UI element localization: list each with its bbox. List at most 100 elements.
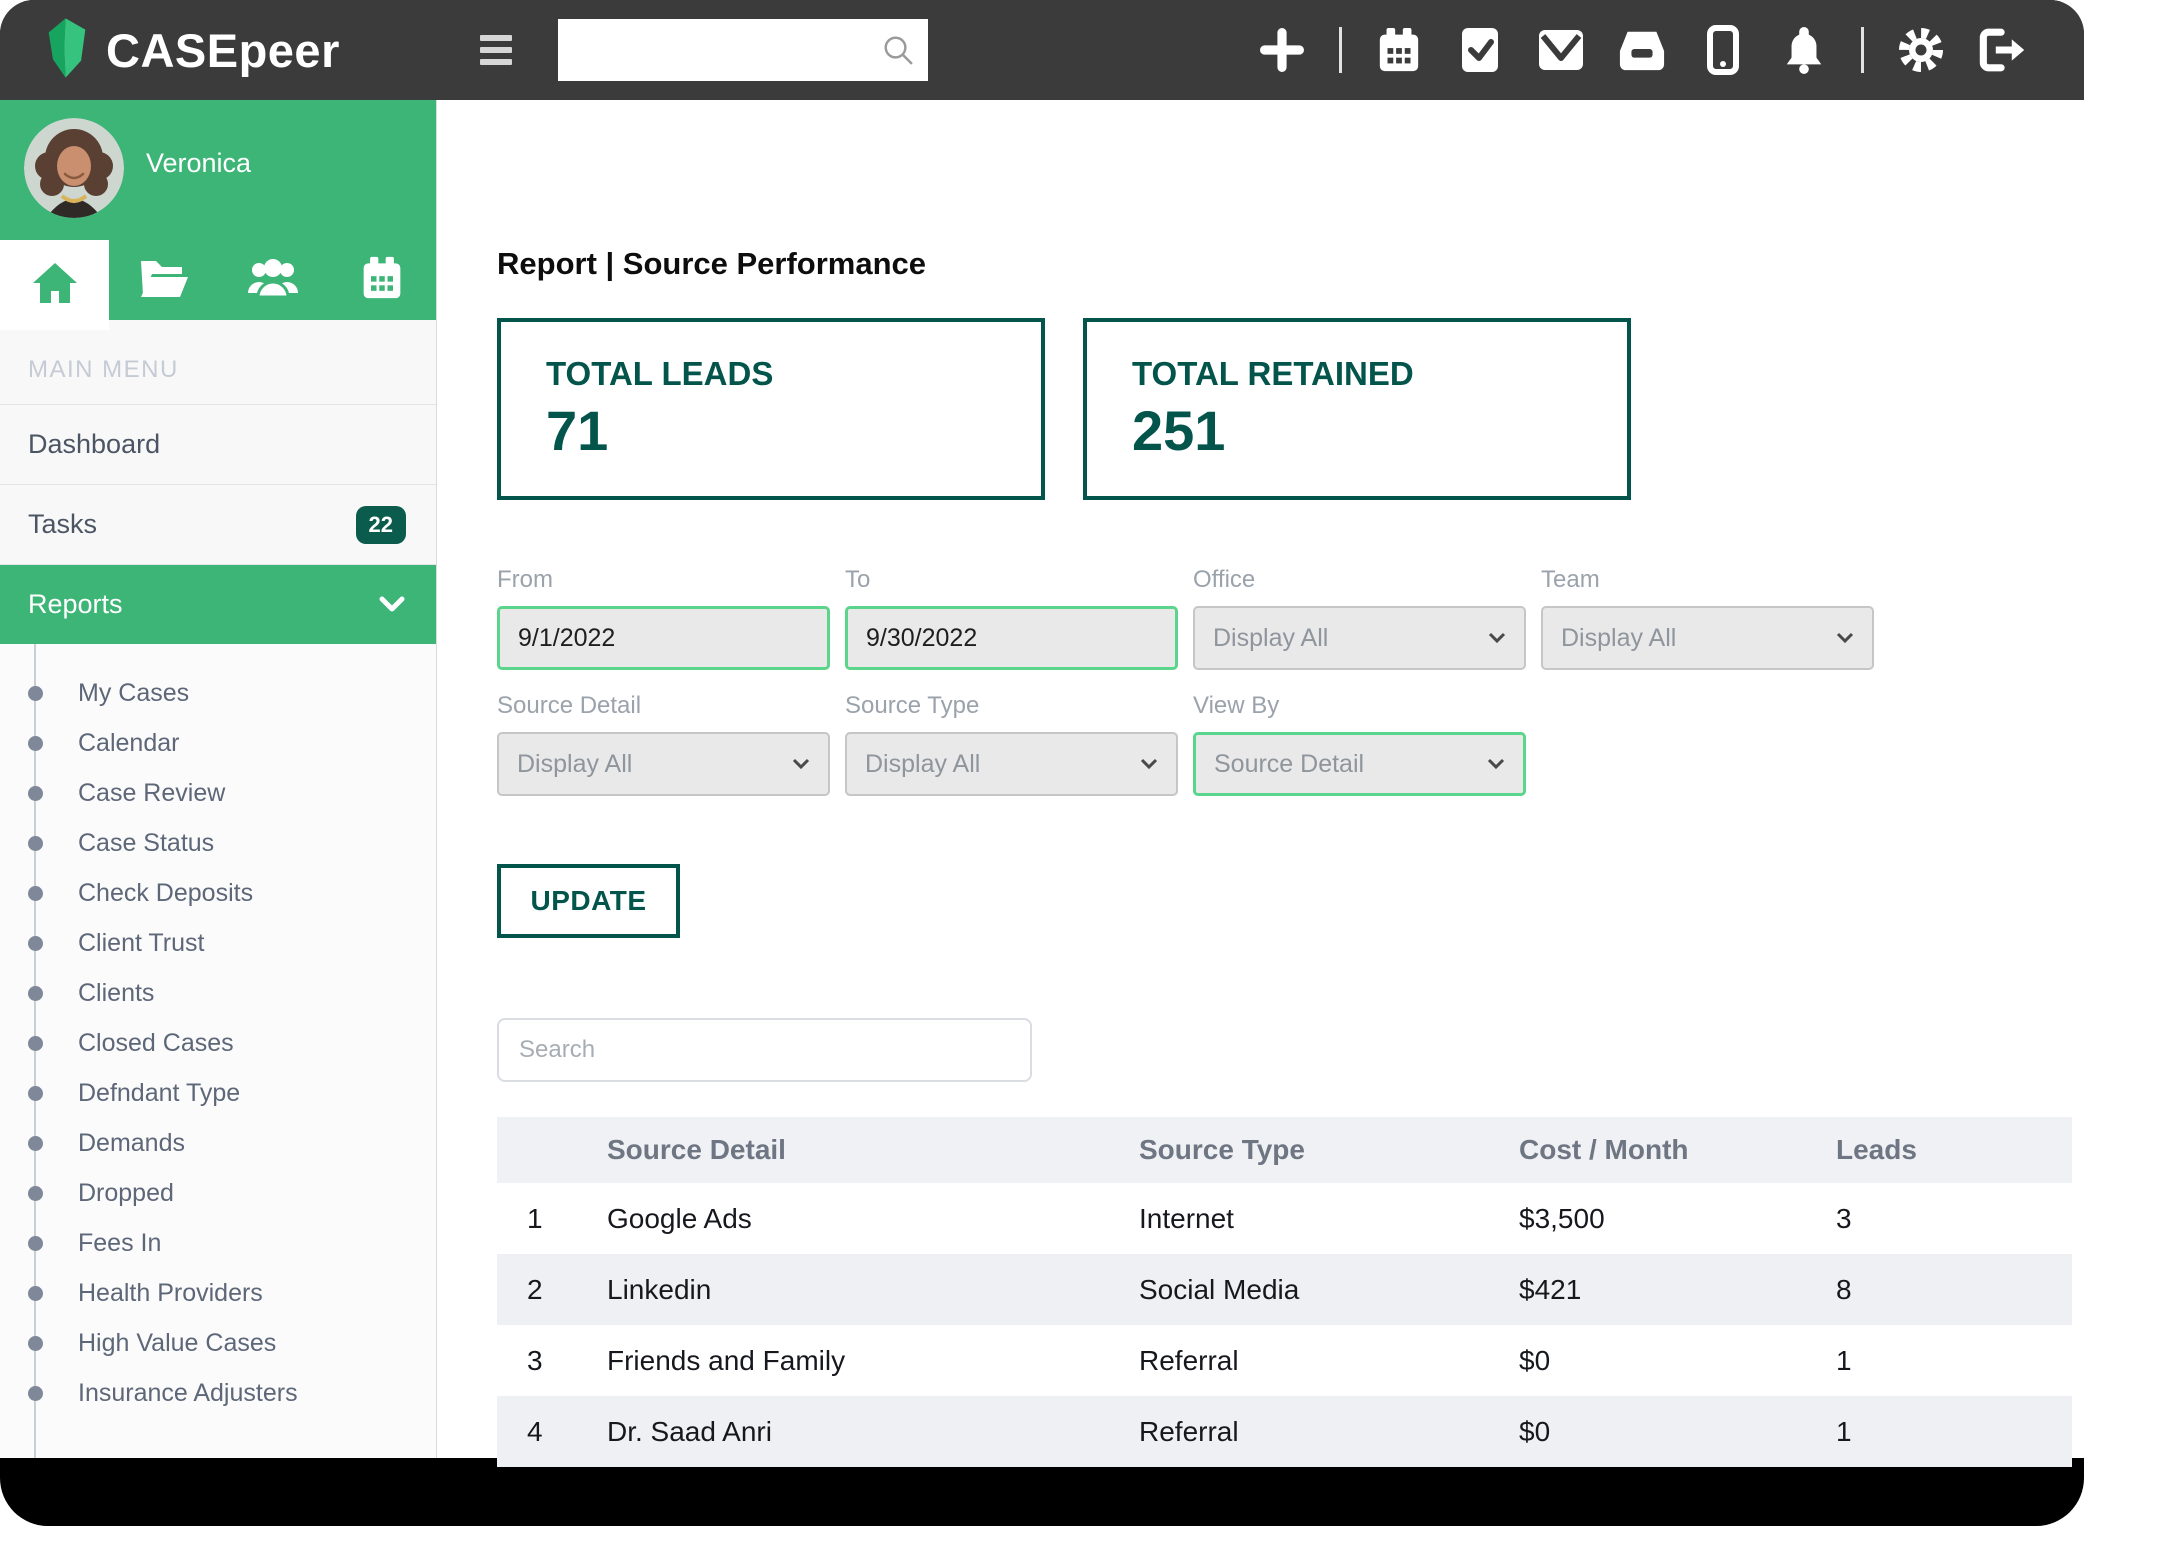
total-retained-label: TOTAL RETAINED	[1132, 355, 1627, 393]
cell-leads: 3	[1836, 1183, 2072, 1254]
submenu-item-case-review[interactable]: Case Review	[0, 768, 436, 818]
chevron-down-icon	[1488, 632, 1506, 644]
settings-gear-icon[interactable]	[1897, 26, 1945, 74]
submenu-item-client-trust[interactable]: Client Trust	[0, 918, 436, 968]
topbar-actions	[1258, 26, 2026, 74]
submenu-item-insurance-adjusters[interactable]: Insurance Adjusters	[0, 1368, 436, 1418]
page-title: Report | Source Performance	[497, 246, 2084, 282]
stat-cards: TOTAL LEADS 71 TOTAL RETAINED 251	[497, 318, 2084, 500]
mobile-phone-icon[interactable]	[1699, 26, 1747, 74]
submenu-label: Clients	[78, 979, 154, 1008]
tasks-check-icon[interactable]	[1456, 26, 1504, 74]
table-search-input[interactable]	[497, 1018, 1032, 1082]
casepeer-logo: CASEpeer	[44, 17, 340, 84]
bullet-icon	[28, 786, 43, 801]
submenu-label: Fees In	[78, 1229, 161, 1258]
total-retained-card: TOTAL RETAINED 251	[1083, 318, 1631, 500]
cell-source-detail: Google Ads	[607, 1183, 1139, 1254]
menu-hamburger-icon[interactable]	[480, 35, 512, 65]
bullet-icon	[28, 936, 43, 951]
sidebar-item-reports[interactable]: Reports	[0, 564, 436, 644]
bullet-icon	[28, 1386, 43, 1401]
inbox-icon[interactable]	[1618, 26, 1666, 74]
source-type-label: Source Type	[845, 692, 1178, 720]
cell-source-detail: Friends and Family	[607, 1325, 1139, 1396]
col-row-number	[497, 1117, 607, 1183]
source-detail-select[interactable]: Display All	[497, 732, 830, 796]
cell-leads: 1	[1836, 1396, 2072, 1467]
submenu-item-defndant-type[interactable]: Defndant Type	[0, 1068, 436, 1118]
submenu-item-fees-in[interactable]: Fees In	[0, 1218, 436, 1268]
bullet-icon	[28, 1136, 43, 1151]
sidebar-item-label: Dashboard	[28, 429, 160, 460]
nav-tab-calendar[interactable]	[327, 240, 436, 320]
cell-cost-month: $0	[1519, 1396, 1836, 1467]
sidebar-item-tasks[interactable]: Tasks 22	[0, 484, 436, 564]
bullet-icon	[28, 1186, 43, 1201]
submenu-label: Health Providers	[78, 1279, 263, 1308]
submenu-item-health-providers[interactable]: Health Providers	[0, 1268, 436, 1318]
chevron-down-icon	[792, 758, 810, 770]
from-date-input[interactable]	[497, 606, 830, 670]
view-by-select[interactable]: Source Detail	[1193, 732, 1526, 796]
topbar-divider	[1339, 27, 1342, 73]
filter-view-by: View By Source Detail	[1193, 692, 1526, 796]
app-body: Veronica	[0, 100, 2084, 1458]
col-source-detail: Source Detail	[607, 1117, 1139, 1183]
search-icon	[880, 32, 916, 73]
chevron-down-icon	[378, 589, 406, 620]
submenu-item-calendar[interactable]: Calendar	[0, 718, 436, 768]
source-detail-select-value: Display All	[517, 750, 632, 779]
bullet-icon	[28, 1236, 43, 1251]
calendar-icon[interactable]	[1375, 26, 1423, 74]
bullet-icon	[28, 736, 43, 751]
reports-submenu: My Cases Calendar Case Review Case Statu…	[0, 644, 436, 1458]
office-label: Office	[1193, 566, 1526, 594]
team-select[interactable]: Display All	[1541, 606, 1874, 670]
mail-icon[interactable]	[1537, 26, 1585, 74]
logout-icon[interactable]	[1978, 26, 2026, 74]
submenu-item-closed-cases[interactable]: Closed Cases	[0, 1018, 436, 1068]
to-date-input[interactable]	[845, 606, 1178, 670]
filter-source-detail: Source Detail Display All	[497, 692, 830, 796]
nav-tab-cases[interactable]	[109, 240, 218, 320]
source-performance-table: Source Detail Source Type Cost / Month L…	[497, 1117, 2072, 1467]
main-content: Report | Source Performance TOTAL LEADS …	[437, 100, 2084, 1458]
global-search	[558, 19, 928, 81]
sidebar-item-dashboard[interactable]: Dashboard	[0, 404, 436, 484]
bullet-icon	[28, 986, 43, 1001]
submenu-item-high-value-cases[interactable]: High Value Cases	[0, 1318, 436, 1368]
global-search-input[interactable]	[558, 19, 928, 81]
row-number: 2	[497, 1254, 607, 1325]
table-row: 4 Dr. Saad Anri Referral $0 1	[497, 1396, 2072, 1467]
user-name: Veronica	[146, 148, 251, 240]
submenu-item-dropped[interactable]: Dropped	[0, 1168, 436, 1218]
submenu-label: Insurance Adjusters	[78, 1379, 298, 1408]
submenu-label: Dropped	[78, 1179, 174, 1208]
cell-cost-month: $0	[1519, 1325, 1836, 1396]
row-number: 1	[497, 1183, 607, 1254]
cell-leads: 8	[1836, 1254, 2072, 1325]
submenu-label: Client Trust	[78, 929, 204, 958]
update-button[interactable]: UPDATE	[497, 864, 680, 938]
submenu-item-demands[interactable]: Demands	[0, 1118, 436, 1168]
report-filters: From To Office Display All	[497, 566, 2084, 796]
sidebar: Veronica	[0, 100, 437, 1458]
main-menu-label: MAIN MENU	[28, 356, 436, 384]
cell-source-type: Internet	[1139, 1183, 1519, 1254]
sidebar-item-label: Reports	[28, 589, 123, 620]
submenu-item-my-cases[interactable]: My Cases	[0, 668, 436, 718]
cell-source-type: Social Media	[1139, 1254, 1519, 1325]
submenu-item-case-status[interactable]: Case Status	[0, 818, 436, 868]
nav-tab-home[interactable]	[0, 240, 109, 330]
notifications-bell-icon[interactable]	[1780, 26, 1828, 74]
source-type-select[interactable]: Display All	[845, 732, 1178, 796]
office-select[interactable]: Display All	[1193, 606, 1526, 670]
submenu-item-check-deposits[interactable]: Check Deposits	[0, 868, 436, 918]
nav-tab-contacts[interactable]	[218, 240, 327, 320]
add-new-icon[interactable]	[1258, 26, 1306, 74]
row-number: 4	[497, 1396, 607, 1467]
bullet-icon	[28, 836, 43, 851]
bullet-icon	[28, 1336, 43, 1351]
submenu-item-clients[interactable]: Clients	[0, 968, 436, 1018]
